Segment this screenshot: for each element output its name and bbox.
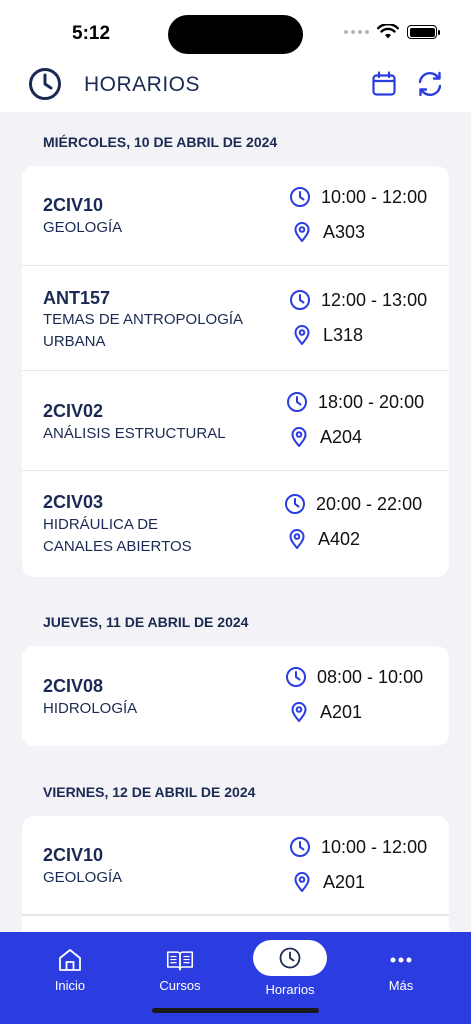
location-pin-icon [294,872,310,892]
course-time: 08:00 - 10:00 [317,666,424,687]
tab-label: Cursos [159,978,201,993]
clock-icon [290,187,310,207]
time-line: 12:00 - 13:00 [289,289,427,311]
course-row[interactable]: 2CIV10 GEOLOGÍA 10:00 - 12:00 A303 [22,166,449,266]
clock-icon [290,290,310,310]
course-time: 12:00 - 13:00 [321,289,428,310]
course-room: L318 [323,324,364,345]
course-time: 10:00 - 12:00 [321,186,428,207]
course-code: 2CIV10 [43,845,104,865]
calendar-icon [372,71,396,96]
time-line: 10:00 - 12:00 [289,186,427,208]
clock-icon [279,947,301,969]
course-room: A201 [320,701,363,722]
course-row[interactable] [22,915,449,932]
course-name: GEOLOGÍA [43,869,123,886]
course-code: 2CIV02 [43,401,104,421]
course-code: 2CIV10 [43,195,104,215]
course-name: ANÁLISIS ESTRUCTURAL [43,425,226,442]
course-time: 18:00 - 20:00 [318,391,425,412]
course-room: A201 [323,871,366,892]
course-row[interactable]: 2CIV10 GEOLOGÍA 10:00 - 12:00 A201 [22,816,449,915]
course-time: 10:00 - 12:00 [321,836,428,857]
location-pin-icon [291,427,307,447]
tab-horarios[interactable]: Horarios [231,932,349,1002]
wifi-icon [377,24,399,39]
course-room: A303 [323,221,366,242]
day-section: JUEVES, 11 DE ABRIL DE 2024 2CIV08 HIDRO… [22,614,449,746]
room-line: A204 [288,426,362,448]
course-time: 20:00 - 22:00 [316,493,423,514]
course-row[interactable]: 2CIV08 HIDROLOGÍA 08:00 - 10:00 A201 [22,646,449,746]
signal-icon [344,30,369,34]
time-line: 08:00 - 10:00 [285,666,423,688]
course-code: 2CIV08 [43,676,104,696]
status-indicators [344,24,440,40]
clock-icon [286,667,306,687]
location-pin-icon [294,222,310,242]
room-line: A201 [291,871,365,893]
status-time: 5:12 [72,23,111,44]
home-indicator [152,1008,319,1013]
tab-label: Más [388,978,414,993]
home-icon [59,949,81,971]
book-icon [166,951,194,971]
room-line: L318 [291,324,363,346]
location-pin-icon [294,325,310,345]
day-header: JUEVES, 11 DE ABRIL DE 2024 [43,614,249,630]
page-title: HORARIOS [84,73,201,96]
tab-label: Inicio [54,978,86,993]
day-header: VIERNES, 12 DE ABRIL DE 2024 [43,784,256,800]
course-name: HIDROLOGÍA [43,700,138,717]
clock-icon [285,494,305,514]
day-card: 2CIV10 GEOLOGÍA 10:00 - 12:00 A201 [22,816,449,932]
tab-cursos[interactable]: Cursos [121,932,239,1002]
active-tab-indicator [253,940,327,976]
status-bar: 5:12 [0,0,471,64]
course-room: A204 [320,426,363,447]
dynamic-island [168,15,303,54]
course-row[interactable]: 2CIV02 ANÁLISIS ESTRUCTURAL 18:00 - 20:0… [22,371,449,471]
schedule-list[interactable]: MIÉRCOLES, 10 DE ABRIL DE 2024 2CIV10 GE… [0,112,471,932]
time-line: 18:00 - 20:00 [286,391,424,413]
course-row[interactable]: 2CIV03 HIDRÁULICA DE CANALES ABIERTOS 20… [22,471,449,577]
clock-icon [290,837,310,857]
room-line: A201 [288,701,362,723]
room-line: A402 [286,528,360,550]
more-icon [390,957,412,963]
location-pin-icon [291,702,307,722]
day-card: 2CIV08 HIDROLOGÍA 08:00 - 10:00 A201 [22,646,449,746]
course-code: ANT157 [43,288,111,308]
app-header: HORARIOS [0,64,471,112]
tab-label: Horarios [265,982,315,997]
course-code: 2CIV03 [43,492,104,512]
battery-icon [407,25,440,39]
time-line: 10:00 - 12:00 [289,836,427,858]
location-pin-icon [289,529,305,549]
calendar-button[interactable] [370,70,398,98]
refresh-icon [418,71,442,97]
course-room: A402 [318,528,361,549]
room-line: A303 [291,221,365,243]
tab-mas[interactable]: Más [342,932,460,1002]
clock-icon [287,392,307,412]
tab-inicio[interactable]: Inicio [11,932,129,1002]
course-row[interactable]: ANT157 TEMAS DE ANTROPOLOGÍA URBANA 12:0… [22,266,449,371]
clock-icon [29,68,61,100]
course-name: GEOLOGÍA [43,219,123,236]
day-header: MIÉRCOLES, 10 DE ABRIL DE 2024 [43,134,278,150]
course-name: HIDRÁULICA DE CANALES ABIERTOS [43,516,192,555]
day-card: 2CIV10 GEOLOGÍA 10:00 - 12:00 A303 ANT15… [22,166,449,577]
day-section: MIÉRCOLES, 10 DE ABRIL DE 2024 2CIV10 GE… [22,134,449,577]
refresh-button[interactable] [416,70,444,98]
time-line: 20:00 - 22:00 [284,493,422,515]
course-name: TEMAS DE ANTROPOLOGÍA URBANA [43,311,243,350]
day-section: VIERNES, 12 DE ABRIL DE 2024 2CIV10 GEOL… [22,784,449,932]
